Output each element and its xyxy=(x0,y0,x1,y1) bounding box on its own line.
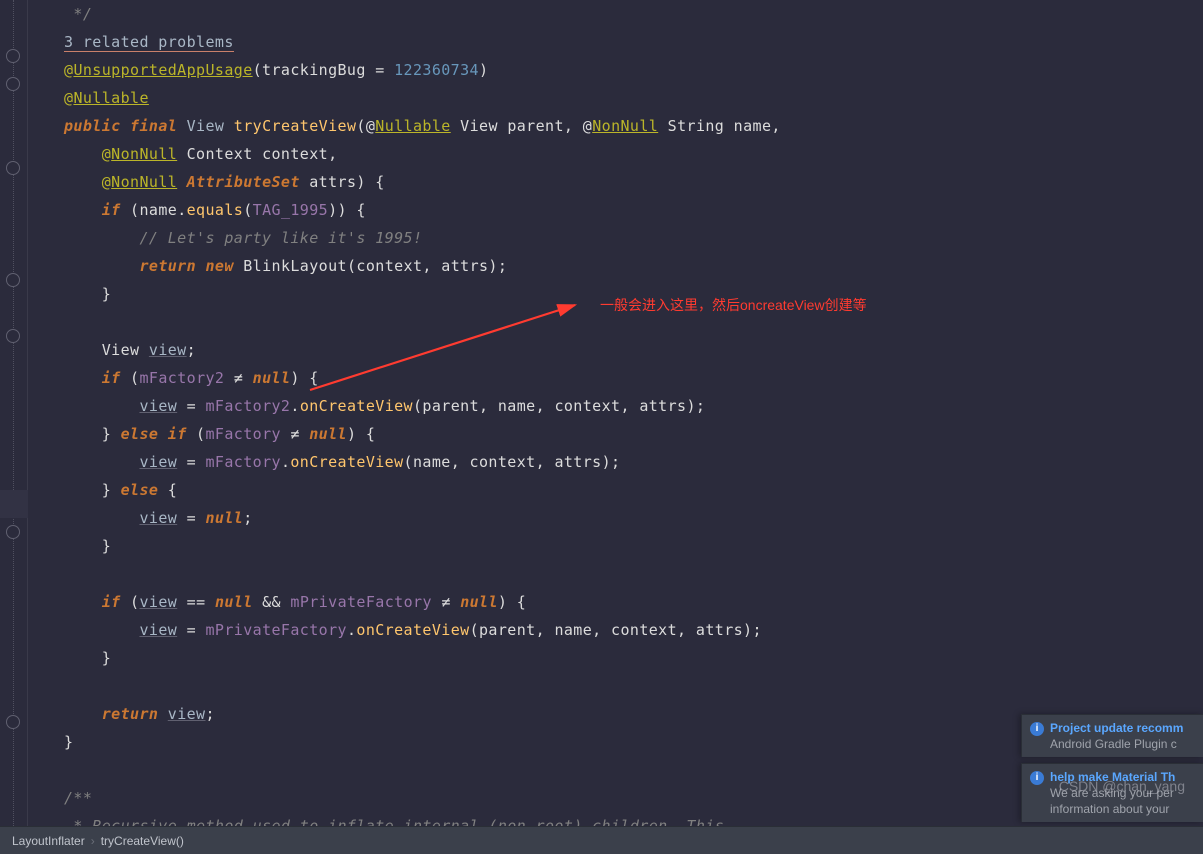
problems-hint[interactable]: 3 related problems xyxy=(64,33,234,52)
code-editor[interactable]: */ 3 related problems @UnsupportedAppUsa… xyxy=(0,0,1203,826)
fold-icon[interactable] xyxy=(6,77,20,91)
source-code[interactable]: */ 3 related problems @UnsupportedAppUsa… xyxy=(64,0,1203,826)
breadcrumb-method[interactable]: tryCreateView() xyxy=(101,834,184,848)
fold-icon[interactable] xyxy=(6,329,20,343)
breadcrumb-class[interactable]: LayoutInflater xyxy=(12,834,85,848)
breadcrumb[interactable]: LayoutInflater › tryCreateView() xyxy=(0,826,1203,854)
fold-icon[interactable] xyxy=(6,715,20,729)
fold-icon[interactable] xyxy=(6,273,20,287)
watermark: CSDN @chan_yang xyxy=(1059,778,1185,794)
chevron-right-icon: › xyxy=(91,834,95,848)
code-area[interactable]: */ 3 related problems @UnsupportedAppUsa… xyxy=(28,0,1203,826)
fold-icon[interactable] xyxy=(6,525,20,539)
fold-icon[interactable] xyxy=(6,49,20,63)
annotation-text: 一般会进入这里，然后oncreateView创建等 xyxy=(600,295,867,315)
fold-icon[interactable] xyxy=(6,161,20,175)
gutter xyxy=(0,0,28,826)
